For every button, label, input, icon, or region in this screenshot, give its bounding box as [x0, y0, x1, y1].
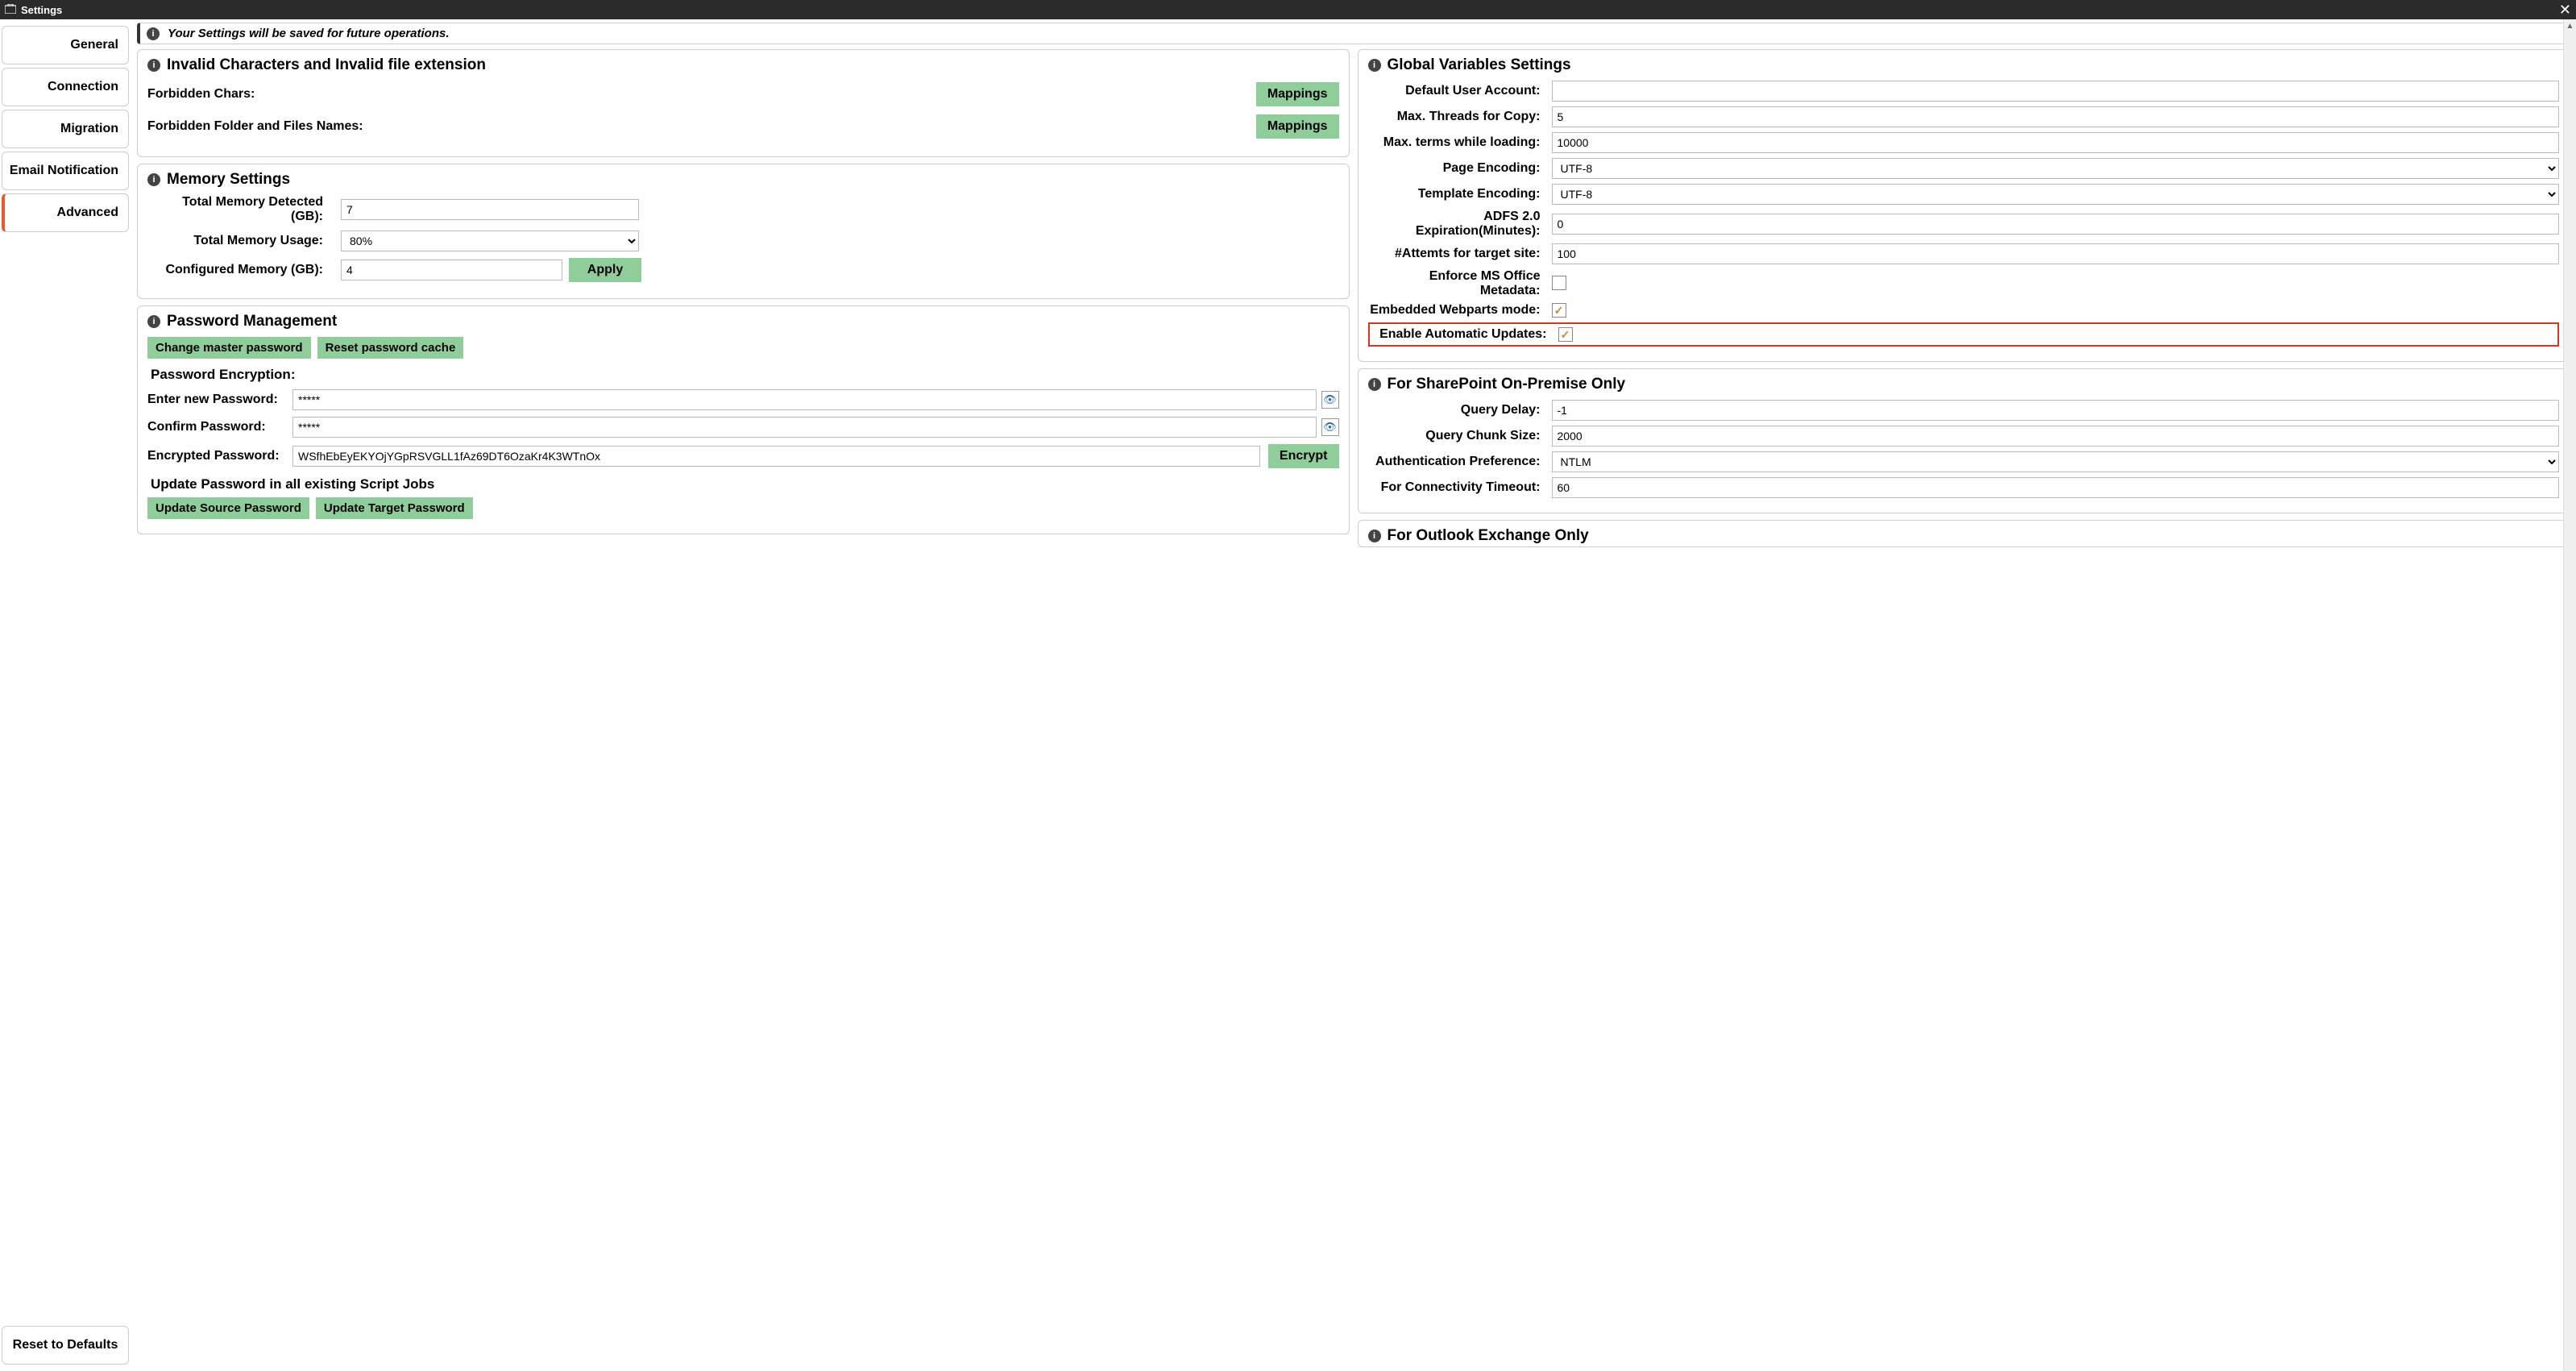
memory-settings-panel: i Memory Settings Total Memory Detected … [137, 164, 1350, 299]
tab-label: Email Notification [10, 164, 118, 178]
connectivity-timeout-input[interactable] [1552, 477, 2560, 498]
memory-usage-label: Total Memory Usage: [147, 234, 341, 248]
tab-email-notification[interactable]: Email Notification [2, 152, 129, 190]
show-password-icon[interactable]: 👁 [1321, 418, 1339, 436]
auth-preference-select[interactable]: NTLM [1552, 451, 2560, 472]
confirm-password-input[interactable] [292, 417, 1317, 438]
tab-label: Migration [60, 122, 118, 136]
vertical-scrollbar[interactable]: ▲ [2563, 19, 2576, 1371]
show-password-icon[interactable]: 👁 [1321, 391, 1339, 409]
update-target-password-button[interactable]: Update Target Password [316, 497, 473, 519]
max-threads-input[interactable] [1552, 106, 2560, 127]
update-source-password-button[interactable]: Update Source Password [147, 497, 309, 519]
auth-preference-label: Authentication Preference: [1368, 455, 1552, 469]
max-terms-input[interactable] [1552, 132, 2560, 153]
template-encoding-select[interactable]: UTF-8 [1552, 184, 2560, 205]
query-chunk-label: Query Chunk Size: [1368, 429, 1552, 443]
panel-title-text: Invalid Characters and Invalid file exte… [167, 56, 486, 74]
default-user-input[interactable] [1552, 81, 2560, 102]
panel-title-text: Global Variables Settings [1388, 56, 1571, 74]
encrypted-password-input[interactable] [292, 446, 1260, 467]
page-encoding-select[interactable]: UTF-8 [1552, 158, 2560, 179]
configured-memory-input[interactable] [341, 260, 562, 280]
auto-updates-label: Enable Automatic Updates: [1375, 327, 1558, 342]
enter-password-label: Enter new Password: [147, 393, 292, 407]
window-title: Settings [21, 4, 62, 16]
forbidden-names-label: Forbidden Folder and Files Names: [147, 119, 1256, 134]
forbidden-chars-label: Forbidden Chars: [147, 87, 1256, 102]
memory-usage-select[interactable]: 80% [341, 231, 639, 251]
attempts-label: #Attemts for target site: [1368, 247, 1552, 261]
tab-general[interactable]: General [2, 26, 129, 64]
tab-migration[interactable]: Migration [2, 110, 129, 148]
info-icon: i [1368, 530, 1381, 542]
info-message: Your Settings will be saved for future o… [168, 27, 450, 40]
panel-title-text: For Outlook Exchange Only [1388, 527, 1589, 545]
enforce-metadata-label: Enforce MS Office Metadata: [1368, 269, 1552, 298]
tab-advanced[interactable]: Advanced [2, 193, 129, 232]
reset-label: Reset to Defaults [13, 1338, 118, 1352]
invalid-chars-panel: i Invalid Characters and Invalid file ex… [137, 49, 1350, 157]
info-icon: i [1368, 378, 1381, 391]
confirm-password-label: Confirm Password: [147, 420, 292, 434]
sharepoint-onprem-panel: i For SharePoint On-Premise Only Query D… [1358, 368, 2570, 513]
apply-memory-button[interactable]: Apply [569, 258, 641, 282]
content-area: i Your Settings will be saved for future… [131, 19, 2576, 1371]
global-variables-panel: i Global Variables Settings Default User… [1358, 49, 2570, 362]
max-threads-label: Max. Threads for Copy: [1368, 110, 1552, 124]
forbidden-names-mappings-button[interactable]: Mappings [1256, 114, 1339, 139]
query-chunk-input[interactable] [1552, 426, 2560, 447]
auto-updates-checkbox[interactable]: ✓ [1558, 327, 1573, 342]
memory-detected-input[interactable] [341, 199, 639, 220]
query-delay-label: Query Delay: [1368, 403, 1552, 418]
close-icon[interactable]: ✕ [2559, 2, 2571, 19]
tab-label: Connection [48, 80, 118, 94]
scroll-up-icon[interactable]: ▲ [2564, 19, 2576, 32]
adfs-expiration-input[interactable] [1552, 214, 2560, 235]
query-delay-input[interactable] [1552, 400, 2560, 421]
password-encryption-heading: Password Encryption: [151, 367, 1339, 383]
tab-connection[interactable]: Connection [2, 68, 129, 106]
encrypt-button[interactable]: Encrypt [1268, 444, 1339, 468]
connectivity-timeout-label: For Connectivity Timeout: [1368, 480, 1552, 495]
outlook-exchange-panel: i For Outlook Exchange Only [1358, 520, 2570, 547]
info-icon: i [147, 27, 160, 40]
panel-title-text: Password Management [167, 313, 337, 330]
adfs-expiration-label: ADFS 2.0 Expiration(Minutes): [1368, 210, 1552, 239]
panel-title-text: For SharePoint On-Premise Only [1388, 376, 1626, 393]
tab-label: Advanced [57, 206, 118, 220]
sidebar: General Connection Migration Email Notif… [0, 19, 131, 1371]
default-user-label: Default User Account: [1368, 84, 1552, 98]
reset-to-defaults-button[interactable]: Reset to Defaults [2, 1326, 129, 1365]
info-icon: i [147, 315, 160, 328]
page-encoding-label: Page Encoding: [1368, 161, 1552, 176]
info-icon: i [1368, 59, 1381, 72]
window-icon [5, 4, 16, 16]
reset-password-cache-button[interactable]: Reset password cache [317, 337, 464, 359]
memory-detected-label: Total Memory Detected (GB): [147, 195, 341, 224]
password-management-panel: i Password Management Change master pass… [137, 305, 1350, 534]
forbidden-chars-mappings-button[interactable]: Mappings [1256, 82, 1339, 106]
encrypted-password-label: Encrypted Password: [147, 449, 292, 463]
panel-title-text: Memory Settings [167, 171, 290, 189]
info-icon: i [147, 173, 160, 186]
max-terms-label: Max. terms while loading: [1368, 135, 1552, 150]
info-icon: i [147, 59, 160, 72]
tab-label: General [70, 38, 118, 52]
template-encoding-label: Template Encoding: [1368, 187, 1552, 201]
change-master-password-button[interactable]: Change master password [147, 337, 311, 359]
attempts-input[interactable] [1552, 243, 2560, 264]
auto-updates-highlight: Enable Automatic Updates: ✓ [1368, 322, 2560, 347]
title-bar: Settings ✕ [0, 0, 2576, 19]
update-password-heading: Update Password in all existing Script J… [151, 476, 1339, 492]
webparts-mode-label: Embedded Webparts mode: [1368, 303, 1552, 318]
configured-memory-label: Configured Memory (GB): [147, 263, 341, 277]
enter-password-input[interactable] [292, 389, 1317, 410]
info-banner: i Your Settings will be saved for future… [137, 23, 2570, 44]
enforce-metadata-checkbox[interactable] [1552, 276, 1566, 290]
webparts-mode-checkbox[interactable]: ✓ [1552, 303, 1566, 318]
